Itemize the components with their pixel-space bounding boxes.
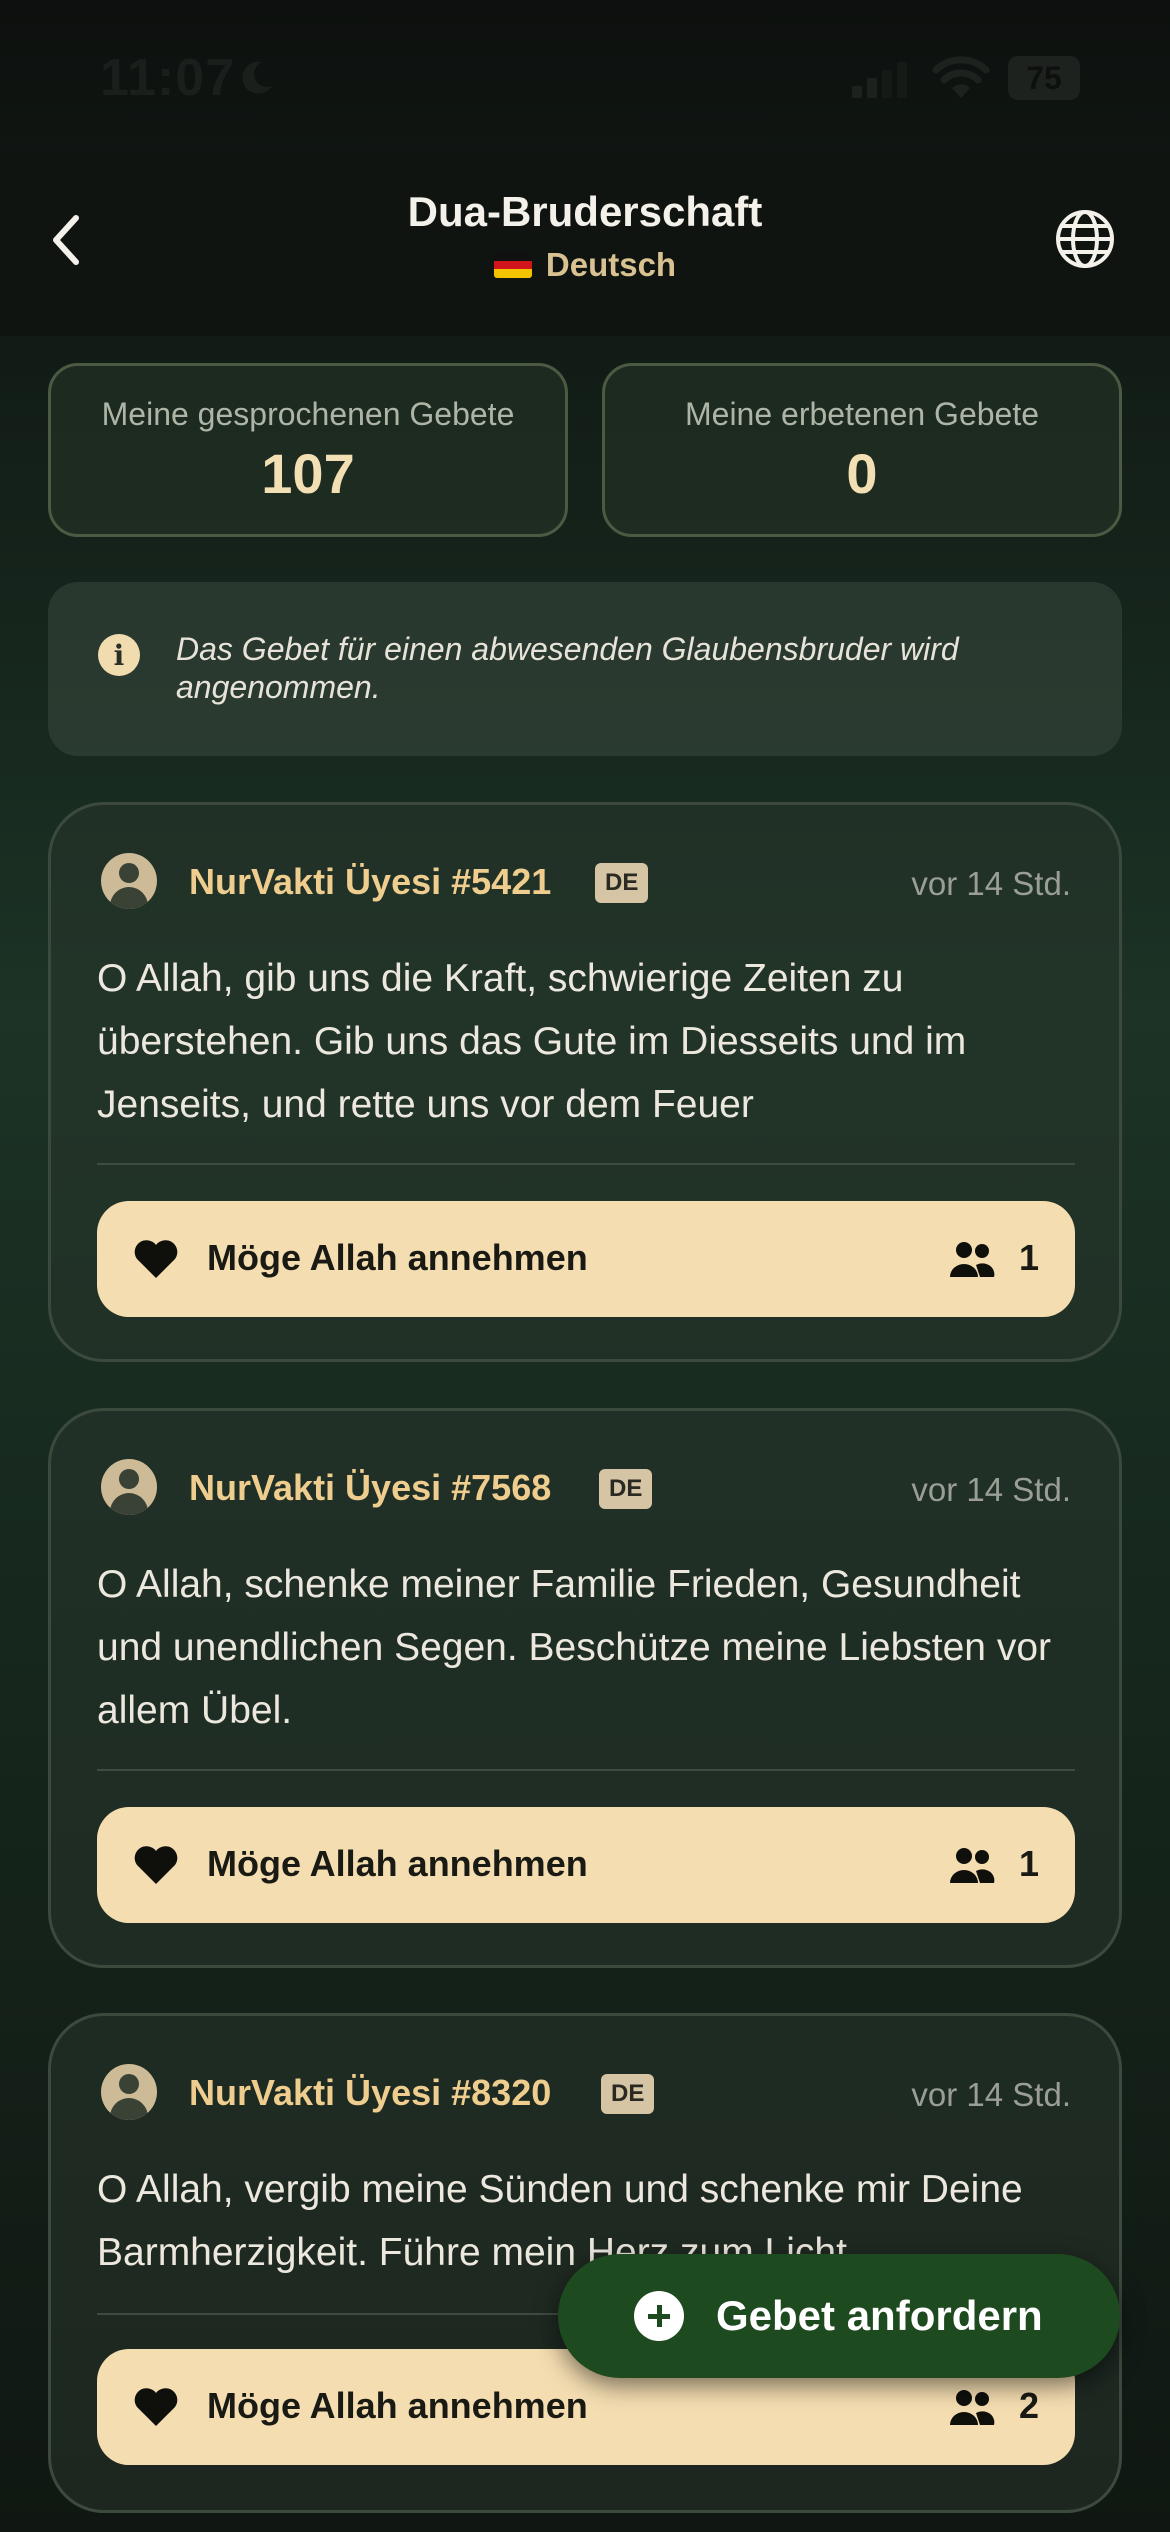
heart-icon: [134, 2388, 178, 2426]
dua-text: O Allah, schenke meiner Familie Frieden,…: [97, 1563, 1051, 1732]
dua-card: NurVakti Üyesi #7568 DE vor 14 Std. O Al…: [48, 1408, 1122, 1968]
people-icon: [950, 2390, 995, 2425]
language-label: Deutsch: [545, 246, 677, 283]
battery-level: 75: [1026, 59, 1062, 96]
accept-button[interactable]: Möge Allah annehmen 1: [97, 1201, 1075, 1317]
accept-label: Möge Allah annehmen: [207, 2385, 588, 2426]
user-name: NurVakti Üyesi #7568: [189, 1467, 552, 1508]
post-time: vor 14 Std.: [911, 1471, 1071, 1508]
avatar: [101, 853, 157, 909]
language-badge: DE: [601, 2074, 655, 2114]
user-name: NurVakti Üyesi #8320: [189, 2072, 552, 2113]
dua-card: NurVakti Üyesi #5421 DE vor 14 Std. O Al…: [48, 802, 1122, 1362]
status-bar: 11:07 75: [0, 0, 1170, 150]
accept-button[interactable]: Möge Allah annehmen 1: [97, 1807, 1075, 1923]
accept-label: Möge Allah annehmen: [207, 1237, 588, 1278]
plus-circle-icon: [634, 2291, 684, 2341]
request-prayer-button[interactable]: Gebet anfordern: [558, 2254, 1120, 2378]
stat-card-requested: Meine erbetenen Gebete 0: [602, 363, 1122, 537]
people-icon: [950, 1848, 995, 1883]
avatar: [101, 2064, 157, 2120]
stat-value: 0: [846, 442, 878, 505]
people-icon: [950, 1242, 995, 1277]
moon-icon: [242, 61, 272, 94]
avatar: [101, 1459, 157, 1515]
accept-count: 1: [1018, 1843, 1039, 1884]
stat-label: Meine gesprochenen Gebete: [101, 396, 515, 432]
language-badge: DE: [599, 1469, 653, 1509]
language-indicator[interactable]: Deutsch: [0, 246, 1170, 284]
heart-icon: [134, 1846, 178, 1884]
post-time: vor 14 Std.: [911, 2076, 1071, 2113]
fab-label: Gebet anfordern: [716, 2292, 1043, 2339]
language-badge: DE: [595, 863, 649, 903]
globe-icon[interactable]: [1054, 208, 1116, 270]
dua-text: O Allah, gib uns die Kraft, schwierige Z…: [97, 957, 967, 1126]
header: Dua-Bruderschaft Deutsch: [0, 150, 1170, 336]
stat-value: 107: [261, 442, 355, 505]
divider: [97, 1163, 1075, 1165]
status-time: 11:07: [100, 49, 236, 107]
info-icon: i: [98, 634, 140, 676]
user-name: NurVakti Üyesi #5421: [189, 861, 552, 902]
divider: [97, 1769, 1075, 1771]
accept-count: 1: [1018, 1237, 1039, 1278]
accept-label: Möge Allah annehmen: [207, 1843, 588, 1884]
post-time: vor 14 Std.: [911, 865, 1071, 902]
signal-icon: [852, 62, 907, 98]
stat-card-spoken: Meine gesprochenen Gebete 107: [48, 363, 568, 537]
german-flag-icon: [493, 252, 532, 278]
wifi-icon: [932, 56, 990, 98]
page-title: Dua-Bruderschaft: [407, 188, 763, 235]
info-box: i Das Gebet für einen abwesenden Glauben…: [48, 582, 1122, 756]
accept-count: 2: [1018, 2385, 1039, 2426]
battery-icon: 75: [1008, 56, 1080, 100]
heart-icon: [134, 1240, 178, 1278]
stat-label: Meine erbetenen Gebete: [684, 396, 1040, 432]
info-text: Das Gebet für einen abwesenden Glaubensb…: [176, 631, 959, 705]
